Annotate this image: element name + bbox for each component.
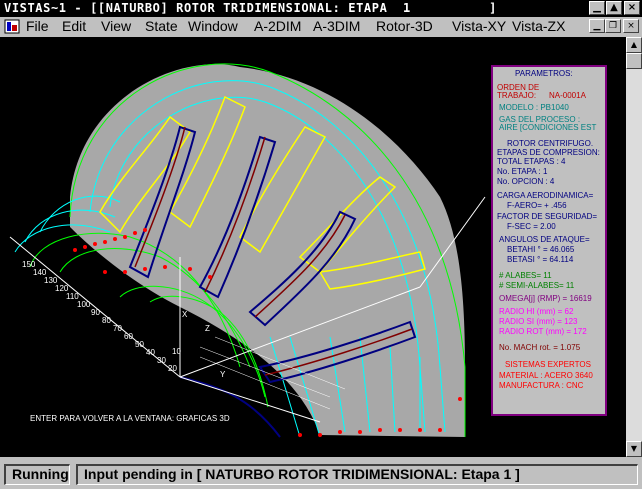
axis-tick-label: 50 — [135, 340, 144, 349]
trabajo-value: NA-0001A — [549, 91, 586, 100]
rotor-type: ROTOR CENTRIFUGO. — [507, 139, 594, 148]
f-aero: F-AERO= + .456 — [507, 201, 567, 210]
menu-a-2dim[interactable]: A-2DIM — [254, 18, 301, 34]
menu-window[interactable]: Window — [188, 18, 238, 34]
hub-surface — [70, 64, 465, 437]
title-bar: VISTAS~1 - [[NATURBO] ROTOR TRIDIMENSION… — [0, 0, 642, 17]
menu-edit[interactable]: Edit — [62, 18, 86, 34]
params-heading: PARAMETROS: — [515, 69, 573, 78]
etapas-label: ETAPAS DE COMPRESION: — [497, 148, 600, 157]
menu-state[interactable]: State — [145, 18, 178, 34]
betasi: BETASI ° = 64.114 — [507, 255, 574, 264]
omega: OMEGA[j] (RMP) = 16619 — [499, 294, 592, 303]
modelo: MODELO : PB1040 — [499, 103, 569, 112]
f-sec: F-SEC = 2.00 — [507, 222, 556, 231]
scroll-down-button[interactable]: ▼ — [626, 441, 642, 457]
restore-icon: ❐ — [608, 21, 618, 31]
doc-close-button[interactable]: × — [623, 19, 639, 33]
scroll-thumb[interactable] — [626, 53, 642, 69]
app-system-icon[interactable] — [4, 19, 20, 34]
close-button[interactable]: × — [624, 1, 640, 15]
minimize-button[interactable]: ▁ — [589, 1, 605, 15]
axis-label-z: Z — [205, 324, 210, 333]
window-title: VISTAS~1 - [[NATURBO] ROTOR TRIDIMENSION… — [4, 1, 497, 15]
axis-tick-label: 40 — [146, 348, 155, 357]
alabes: # ALABES= 11 — [499, 271, 552, 280]
menu-a-3dim[interactable]: A-3DIM — [313, 18, 360, 34]
no-etapa: No. ETAPA : 1 — [497, 167, 548, 176]
arrow-up-icon: ▲ — [630, 40, 638, 49]
arrow-down-icon: ▼ — [630, 444, 638, 453]
menu-rotor-3d[interactable]: Rotor-3D — [376, 18, 433, 34]
gas-value: AIRE [CONDICIONES EST — [499, 123, 597, 132]
radio-hi: RADIO HI (mm) = 62 — [499, 307, 574, 316]
mach: No. MACH rot. = 1.075 — [499, 343, 581, 352]
minimize-icon: ▁ — [593, 2, 601, 13]
axis-label-y: Y — [220, 370, 226, 379]
menu-vista-zx[interactable]: Vista-ZX — [512, 18, 565, 34]
axis-tick-label: 30 — [157, 356, 166, 365]
axis-tick-label: 70 — [113, 324, 122, 333]
doc-minimize-button[interactable]: ▁ — [589, 19, 605, 33]
angulos-label: ANGULOS DE ATAQUE= — [499, 235, 590, 244]
axis-tick-label: 100 — [77, 300, 91, 309]
vertical-scrollbar[interactable]: ▲ ▼ — [626, 37, 642, 457]
no-opcion: No. OPCION : 4 — [497, 177, 555, 186]
carga-label: CARGA AERODINAMICA= — [497, 191, 594, 200]
close-icon: × — [627, 2, 637, 13]
menu-file[interactable]: File — [26, 18, 49, 34]
menu-view[interactable]: View — [101, 18, 131, 34]
betahi: BETAHI ° = 46.065 — [507, 245, 575, 254]
axis-label-x: X — [182, 310, 188, 319]
parameters-panel: PARAMETROS: ORDEN DE TRABAJO: NA-0001A M… — [491, 65, 607, 416]
material: MATERIAL : ACERO 3640 — [499, 371, 593, 380]
trabajo-label: TRABAJO: — [497, 91, 537, 100]
axis-tick-label: 10 — [172, 347, 181, 356]
sistemas-expertos: SISTEMAS EXPERTOS — [505, 360, 591, 369]
factor-label: FACTOR DE SEGURIDAD= — [497, 212, 598, 221]
status-message: Input pending in [ NATURBO ROTOR TRIDIME… — [76, 464, 638, 485]
maximize-icon: ▲ — [610, 2, 618, 13]
radio-rot: RADIO ROT (mm) = 172 — [499, 327, 587, 336]
semi-alabes: # SEMI-ALABES= 11 — [499, 281, 575, 290]
status-bar: Running Input pending in [ NATURBO ROTOR… — [0, 461, 642, 489]
minimize-icon: ▁ — [593, 21, 601, 31]
axis-tick-label: 20 — [168, 364, 177, 373]
axis-tick-label: 80 — [102, 316, 111, 325]
axis-tick-label: 90 — [91, 308, 100, 317]
menu-bar: File Edit View State Window A-2DIM A-3DI… — [0, 17, 642, 36]
footer-message: ENTER PARA VOLVER A LA VENTANA: GRAFICAS… — [30, 414, 230, 423]
total-etapas: TOTAL ETAPAS : 4 — [497, 157, 566, 166]
maximize-button[interactable]: ▲ — [606, 1, 622, 15]
doc-restore-button[interactable]: ❐ — [605, 19, 621, 33]
navy-blade — [179, 376, 281, 438]
axis-tick-label: 60 — [124, 332, 133, 341]
manufactura: MANUFACTURA : CNC — [499, 381, 584, 390]
status-state: Running — [4, 464, 70, 485]
close-icon: × — [627, 21, 635, 31]
scroll-up-button[interactable]: ▲ — [626, 37, 642, 53]
menu-vista-xy[interactable]: Vista-XY — [452, 18, 506, 34]
radio-si: RADIO SI (mm) = 123 — [499, 317, 578, 326]
